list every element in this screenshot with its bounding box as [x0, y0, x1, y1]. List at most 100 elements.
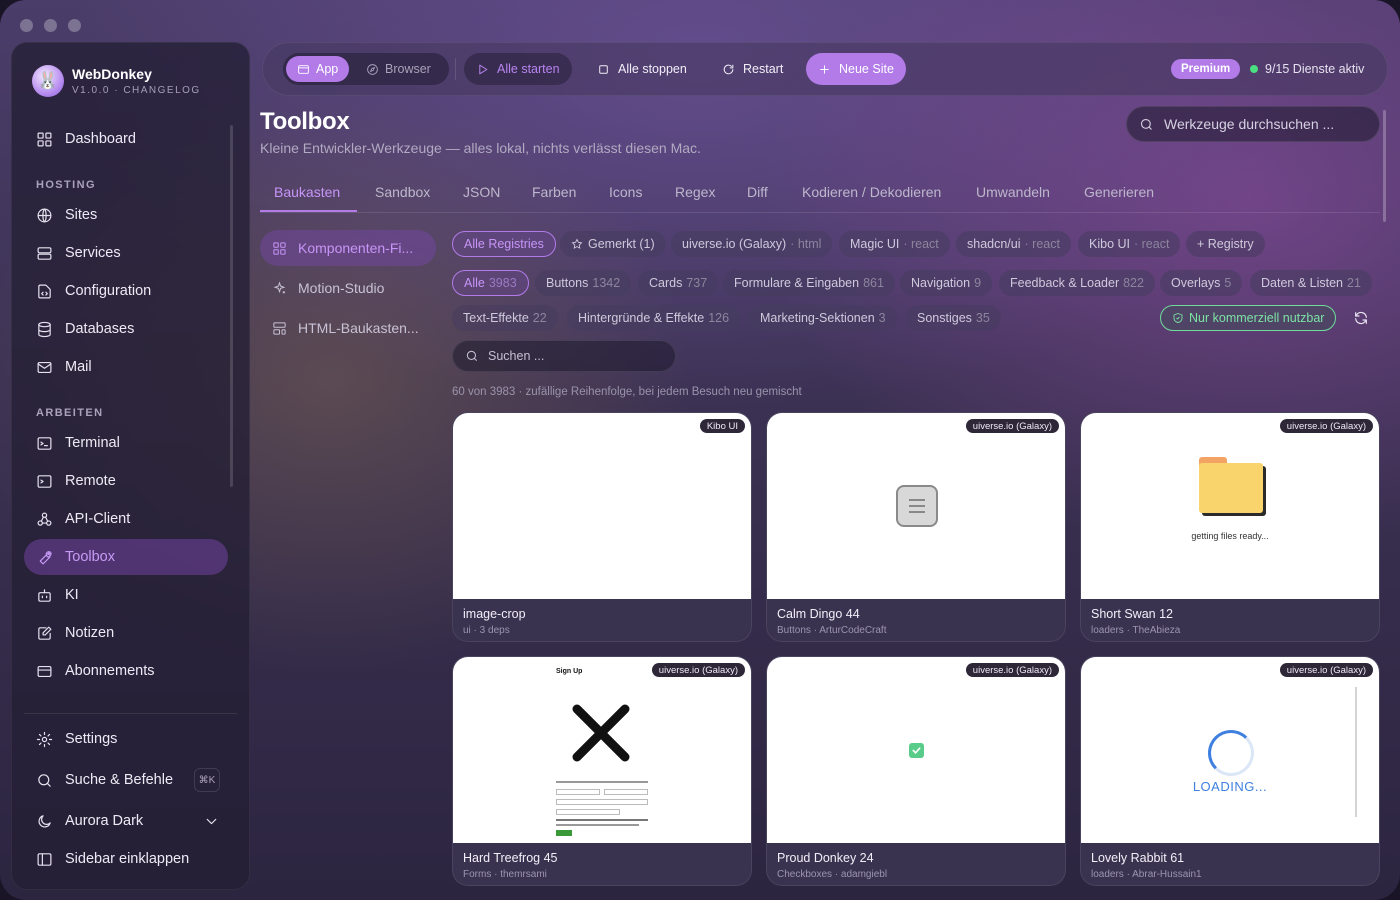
sidebar-item-notizen[interactable]: Notizen: [24, 615, 228, 651]
component-search-input[interactable]: Suchen ...: [452, 340, 676, 372]
sidebar-item-services[interactable]: Services: [24, 235, 228, 271]
registry-chip-kibo-ui[interactable]: Kibo UI · react: [1078, 231, 1181, 257]
sidebar-item-sites[interactable]: Sites: [24, 197, 228, 233]
services-status[interactable]: 9/15 Dienste aktiv: [1250, 59, 1364, 79]
new-site-button[interactable]: Neue Site: [806, 53, 906, 85]
panel-left-icon: [37, 852, 52, 866]
registry-badge: uiverse.io (Galaxy): [965, 663, 1059, 677]
layout-grid-icon: [273, 241, 286, 255]
component-preview: [767, 413, 1065, 599]
tab-umwandeln[interactable]: Umwandeln: [976, 184, 1050, 200]
tab-kodieren[interactable]: Kodieren / Dekodieren: [802, 184, 941, 200]
toolbox-tabs: Baukasten Sandbox JSON Farben Icons Rege…: [260, 172, 1380, 213]
status-dot-icon: [1250, 65, 1258, 73]
sidebar-item-terminal[interactable]: Terminal: [24, 425, 228, 461]
registry-chip-starred[interactable]: Gemerkt (1): [560, 231, 666, 257]
chip-count: 822: [1123, 276, 1144, 290]
category-chip-navigation[interactable]: Navigation 9: [900, 270, 993, 296]
sidebar-item-remote[interactable]: Remote: [24, 463, 228, 499]
component-card[interactable]: Sign Up uiverse.io (Galaxy) Hard Treefro…: [452, 656, 752, 886]
chip-count: 737: [686, 276, 708, 290]
chip-label: + Registry: [1197, 237, 1254, 251]
category-chip-daten[interactable]: Daten & Listen 21: [1250, 270, 1372, 296]
minimize-window-button[interactable]: [44, 19, 57, 32]
start-all-button[interactable]: Alle starten: [464, 53, 572, 85]
tab-sandbox[interactable]: Sandbox: [375, 184, 430, 200]
main-scrollbar[interactable]: [1383, 110, 1386, 222]
browser-view-button[interactable]: Browser: [355, 56, 442, 82]
theme-selector[interactable]: Aurora Dark: [24, 803, 228, 839]
add-registry-button[interactable]: + Registry: [1186, 231, 1265, 257]
category-chip-alle[interactable]: Alle 3983: [452, 270, 529, 296]
category-chip-overlays[interactable]: Overlays 5: [1160, 270, 1243, 296]
collapse-sidebar-button[interactable]: Sidebar einklappen: [24, 841, 228, 877]
subnav-motion-studio[interactable]: Motion-Studio: [260, 270, 436, 306]
remote-terminal-icon: [37, 474, 52, 488]
chip-label: Text-Effekte: [463, 311, 529, 325]
zoom-window-button[interactable]: [68, 19, 81, 32]
sidebar-item-api-client[interactable]: API-Client: [24, 501, 228, 537]
stop-all-button[interactable]: Alle stoppen: [585, 53, 699, 85]
registry-badge: Kibo UI: [699, 419, 745, 433]
component-preview: [453, 413, 751, 599]
tab-icons[interactable]: Icons: [609, 184, 642, 200]
chip-label: Feedback & Loader: [1010, 276, 1120, 290]
registry-badge: uiverse.io (Galaxy): [1279, 419, 1373, 433]
component-card[interactable]: uiverse.io (Galaxy) Proud Donkey 24 Chec…: [766, 656, 1066, 886]
app-view-button[interactable]: App: [286, 56, 350, 82]
sidebar-item-databases[interactable]: Databases: [24, 311, 228, 347]
sidebar-item-dashboard[interactable]: Dashboard: [24, 121, 228, 157]
sidebar-item-ki[interactable]: KI: [24, 577, 228, 613]
sidebar-item-label: Dashboard: [65, 131, 136, 147]
commercial-filter-toggle[interactable]: Nur kommerziell nutzbar: [1160, 305, 1337, 331]
sidebar-item-search[interactable]: Suche & Befehle ⌘K: [24, 762, 228, 798]
tab-json[interactable]: JSON: [463, 184, 500, 200]
sidebar-item-settings[interactable]: Settings: [24, 721, 228, 757]
category-chip-feedback[interactable]: Feedback & Loader 822: [999, 270, 1155, 296]
category-chip-marketing[interactable]: Marketing-Sektionen 3: [749, 305, 897, 331]
shuffle-refresh-button[interactable]: [1353, 310, 1369, 326]
brand[interactable]: 🐰 WebDonkey V1.0.0 · CHANGELOG: [32, 65, 201, 97]
dashboard-icon: [37, 132, 52, 146]
registry-chip-magic-ui[interactable]: Magic UI · react: [839, 231, 950, 257]
component-card[interactable]: LOADING... uiverse.io (Galaxy) Lovely Ra…: [1080, 656, 1380, 886]
category-chip-hintergruende[interactable]: Hintergründe & Effekte 126: [567, 305, 741, 331]
component-card[interactable]: getting files ready... uiverse.io (Galax…: [1080, 412, 1380, 642]
checkbox-checked-icon[interactable]: [909, 743, 924, 758]
tab-regex[interactable]: Regex: [675, 184, 715, 200]
subnav-komponenten-finder[interactable]: Komponenten-Fi...: [260, 230, 436, 266]
changelog-link[interactable]: CHANGELOG: [123, 85, 200, 96]
start-all-label: Alle starten: [497, 62, 560, 76]
category-chip-sonstiges[interactable]: Sonstiges 35: [906, 305, 1001, 331]
registry-chip-all[interactable]: Alle Registries: [452, 231, 556, 257]
restart-button[interactable]: Restart: [710, 53, 795, 85]
sidebar-item-mail[interactable]: Mail: [24, 349, 228, 385]
registry-chip-uiverse[interactable]: uiverse.io (Galaxy) · html: [671, 231, 833, 257]
sidebar-item-configuration[interactable]: Configuration: [24, 273, 228, 309]
subnav-label: Komponenten-Fi...: [298, 240, 414, 256]
category-chip-formulare[interactable]: Formulare & Eingaben 861: [723, 270, 895, 296]
category-chip-cards[interactable]: Cards 737: [638, 270, 719, 296]
toolbar-divider: [455, 58, 456, 80]
sidebar-scrollbar[interactable]: [230, 125, 233, 487]
menu-button-preview[interactable]: [896, 485, 938, 527]
form-fields-preview: [556, 781, 648, 837]
chip-label: Gemerkt (1): [588, 237, 655, 251]
category-chip-buttons[interactable]: Buttons 1342: [535, 270, 632, 296]
tab-diff[interactable]: Diff: [747, 184, 768, 200]
component-card[interactable]: uiverse.io (Galaxy) Calm Dingo 44 Button…: [766, 412, 1066, 642]
category-chip-text-effekte[interactable]: Text-Effekte 22: [452, 305, 558, 331]
sidebar-item-toolbox[interactable]: Toolbox: [24, 539, 228, 575]
close-window-button[interactable]: [20, 19, 33, 32]
loader-caption: getting files ready...: [1191, 531, 1269, 541]
component-card[interactable]: Kibo UI image-crop ui · 3 deps: [452, 412, 752, 642]
tool-search-input[interactable]: Werkzeuge durchsuchen ...: [1126, 106, 1380, 142]
tab-baukasten[interactable]: Baukasten: [274, 184, 340, 200]
compass-icon: [367, 63, 378, 75]
tab-generieren[interactable]: Generieren: [1084, 184, 1154, 200]
tab-farben[interactable]: Farben: [532, 184, 576, 200]
registry-chip-shadcn[interactable]: shadcn/ui · react: [956, 231, 1071, 257]
sidebar-item-abonnements[interactable]: Abonnements: [24, 653, 228, 689]
component-search-placeholder: Suchen ...: [488, 349, 545, 363]
subnav-html-baukasten[interactable]: HTML-Baukasten...: [260, 310, 436, 346]
